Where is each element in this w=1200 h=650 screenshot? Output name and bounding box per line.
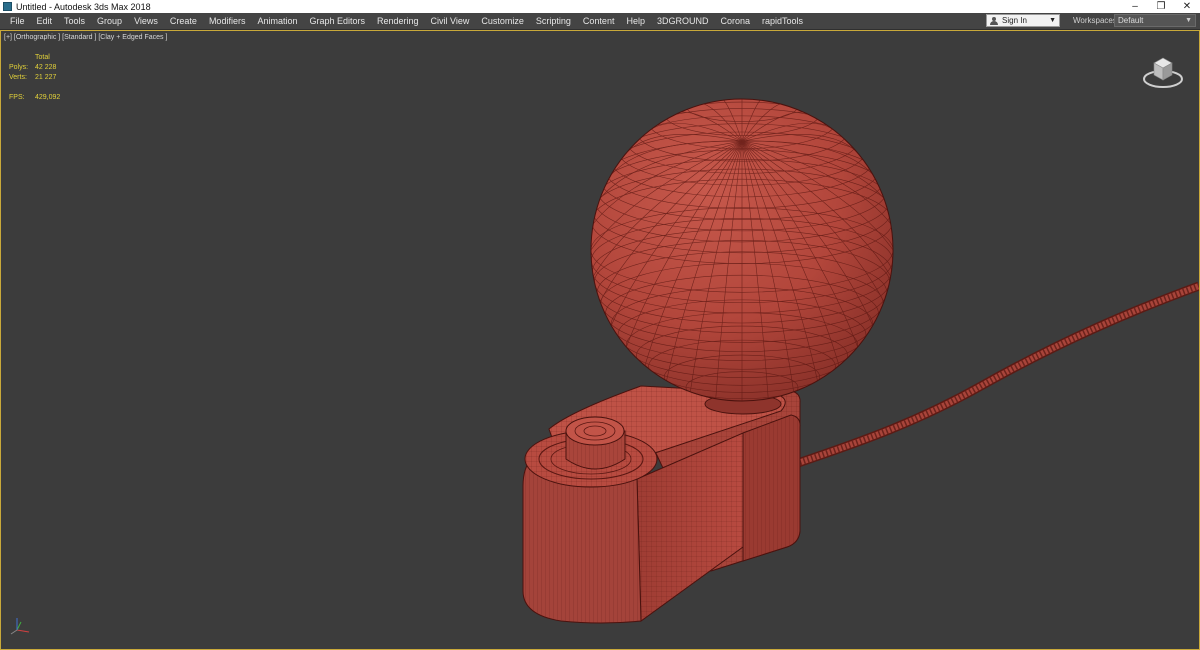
menu-scripting[interactable]: Scripting <box>530 13 577 29</box>
chevron-down-icon: ▼ <box>1185 17 1192 24</box>
axis-tripod-icon <box>10 618 30 635</box>
perspective-viewport[interactable]: [+] [Orthographic ] [Standard ] [Clay + … <box>0 30 1200 650</box>
main-menu: File Edit Tools Group Views Create Modif… <box>0 13 809 29</box>
fps-value: 429,092 <box>35 94 61 101</box>
sign-in-dropdown[interactable]: Sign In ▼ <box>986 14 1060 27</box>
menu-edit[interactable]: Edit <box>31 13 59 29</box>
viewcube-icon[interactable] <box>1141 49 1185 93</box>
chevron-down-icon: ▼ <box>1049 17 1056 24</box>
menu-file[interactable]: File <box>4 13 31 29</box>
polys-label: Polys: <box>9 64 29 71</box>
sign-in-label: Sign In <box>1002 16 1027 25</box>
user-icon <box>990 16 998 25</box>
menu-rendering[interactable]: Rendering <box>371 13 425 29</box>
menu-graph-editors[interactable]: Graph Editors <box>303 13 371 29</box>
viewport-statistics: Total Polys: 42 228 Verts: 21 227 FPS: 429,… <box>9 53 60 103</box>
menu-content[interactable]: Content <box>577 13 621 29</box>
menu-rapidtools[interactable]: rapidTools <box>756 13 809 29</box>
close-button[interactable]: ✕ <box>1174 0 1200 13</box>
menu-tools[interactable]: Tools <box>58 13 91 29</box>
stats-header: Total <box>35 54 50 61</box>
fps-label: FPS: <box>9 94 25 101</box>
menu-bar: File Edit Tools Group Views Create Modif… <box>0 13 1200 30</box>
workspaces-select[interactable]: Default ▼ <box>1114 14 1196 27</box>
window-title: Untitled - Autodesk 3ds Max 2018 <box>16 1 151 12</box>
title-bar: Untitled - Autodesk 3ds Max 2018 – ❐ ✕ <box>0 0 1200 13</box>
polys-value: 42 228 <box>35 64 57 71</box>
workspaces-value: Default <box>1118 16 1144 25</box>
verts-label: Verts: <box>9 74 27 81</box>
menu-3dground[interactable]: 3DGROUND <box>651 13 715 29</box>
menu-modifiers[interactable]: Modifiers <box>203 13 252 29</box>
menu-civil-view[interactable]: Civil View <box>425 13 476 29</box>
workspaces-label: Workspaces: <box>1073 16 1120 25</box>
menu-customize[interactable]: Customize <box>475 13 530 29</box>
menu-help[interactable]: Help <box>620 13 651 29</box>
lamp-sphere <box>590 98 894 402</box>
menu-group[interactable]: Group <box>91 13 128 29</box>
scene-render[interactable] <box>1 31 1199 649</box>
menu-animation[interactable]: Animation <box>251 13 303 29</box>
menu-create[interactable]: Create <box>164 13 203 29</box>
verts-value: 21 227 <box>35 74 57 81</box>
viewport-label[interactable]: [+] [Orthographic ] [Standard ] [Clay + … <box>4 34 167 41</box>
minimize-button[interactable]: – <box>1122 0 1148 13</box>
lamp-base <box>522 385 801 624</box>
menu-views[interactable]: Views <box>128 13 164 29</box>
app-icon <box>3 2 12 11</box>
menu-corona[interactable]: Corona <box>714 13 756 29</box>
restore-button[interactable]: ❐ <box>1148 0 1174 13</box>
